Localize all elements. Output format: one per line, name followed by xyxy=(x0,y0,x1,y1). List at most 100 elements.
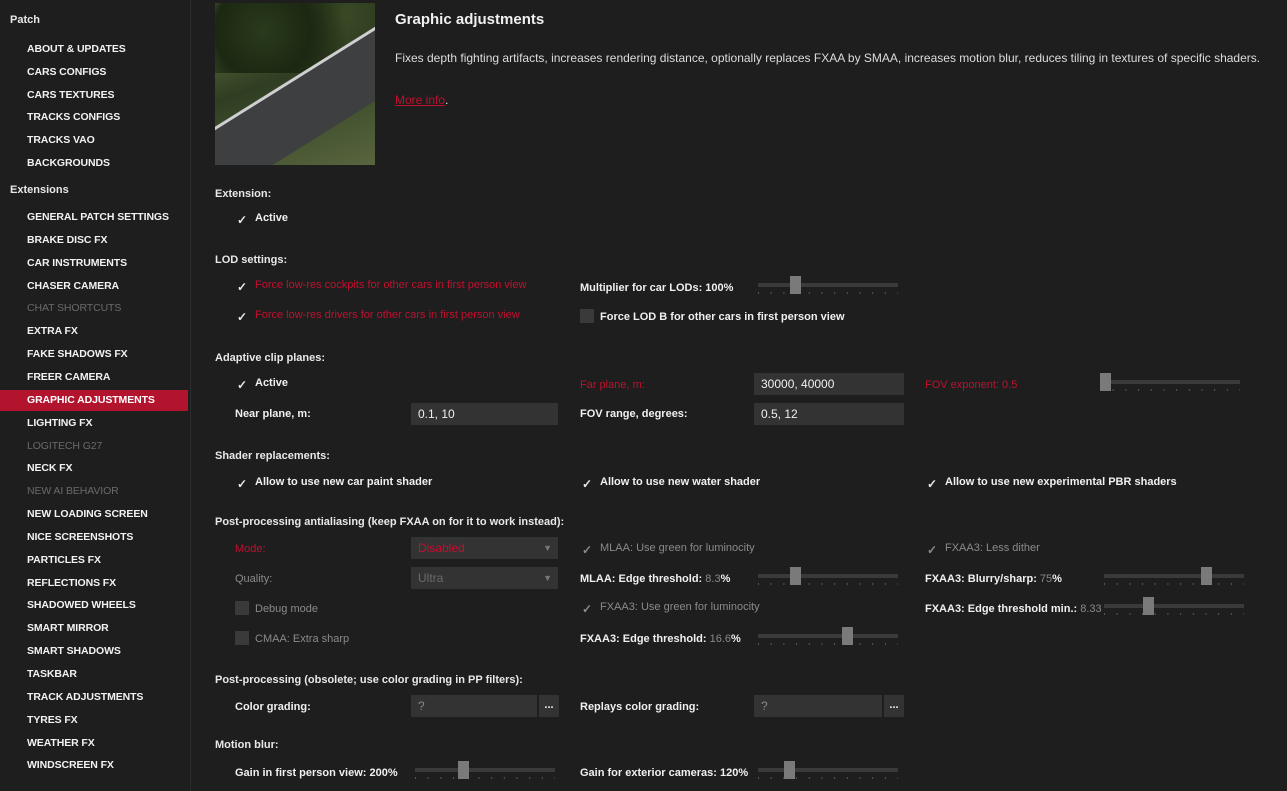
replays-grading-input[interactable]: ? xyxy=(754,695,882,717)
sidebar-item-nice-screenshots[interactable]: NICE SCREENSHOTS xyxy=(0,527,188,548)
check-icon: ✓ xyxy=(236,280,248,294)
check-icon: ✓ xyxy=(926,477,938,491)
sidebar-item-neck-fx[interactable]: NECK FX xyxy=(0,458,188,479)
sidebar-item-lighting-fx[interactable]: LIGHTING FX xyxy=(0,413,188,434)
sidebar-item-car-instruments[interactable]: CAR INSTRUMENTS xyxy=(0,253,188,274)
fxaa-dither-checkbox[interactable]: ✓ FXAA3: Less dither xyxy=(925,542,1040,557)
aa-mode-dropdown[interactable]: Disabled ▼ xyxy=(411,537,558,559)
color-grading-browse-button[interactable]: ... xyxy=(539,695,559,717)
check-icon: ✓ xyxy=(236,310,248,324)
fxaa-edge-min-slider[interactable] xyxy=(1104,597,1244,619)
exterior-gain-label: Gain for exterior cameras: 120% xyxy=(580,767,749,779)
preview-image xyxy=(215,3,375,165)
sidebar-item-tracks-configs[interactable]: TRACKS CONFIGS xyxy=(0,107,188,128)
force-lod-b-checkbox[interactable]: Force LOD B for other cars in first pers… xyxy=(580,309,845,323)
sidebar-item-extra-fx[interactable]: EXTRA FX xyxy=(0,321,188,342)
fxaa-green-checkbox[interactable]: ✓ FXAA3: Use green for luminocity xyxy=(580,601,760,616)
slider-thumb[interactable] xyxy=(458,761,469,779)
check-icon: ✓ xyxy=(236,378,248,392)
main-panel: Graphic adjustments Fixes depth fighting… xyxy=(191,0,1287,791)
fxaa-blurry-label: FXAA3: Blurry/sharp: 75% xyxy=(925,573,1062,585)
sidebar-item-general-patch-settings[interactable]: GENERAL PATCH SETTINGS xyxy=(0,207,188,228)
sidebar-item-reflections-fx[interactable]: REFLECTIONS FX xyxy=(0,573,188,594)
sidebar-item-logitech-g27[interactable]: LOGITECH G27 xyxy=(0,436,188,457)
sidebar-header-patch: Patch xyxy=(10,14,40,26)
sidebar-item-about-updates[interactable]: ABOUT & UPDATES xyxy=(0,39,188,60)
low-res-drivers-checkbox[interactable]: ✓ Force low-res drivers for other cars in… xyxy=(235,309,520,324)
fov-range-label: FOV range, degrees: xyxy=(580,408,688,420)
color-grading-input[interactable]: ? xyxy=(411,695,537,717)
check-icon: ✓ xyxy=(581,477,593,491)
sidebar-item-weather-fx[interactable]: WEATHER FX xyxy=(0,733,188,754)
mlaa-green-checkbox[interactable]: ✓ MLAA: Use green for luminocity xyxy=(580,542,755,557)
sidebar-item-fake-shadows-fx[interactable]: FAKE SHADOWS FX xyxy=(0,344,188,365)
pbr-shader-checkbox[interactable]: ✓ Allow to use new experimental PBR shade… xyxy=(925,476,1177,491)
sidebar-item-chaser-camera[interactable]: CHASER CAMERA xyxy=(0,276,188,297)
page-title: Graphic adjustments xyxy=(395,11,545,28)
first-person-gain-slider[interactable] xyxy=(415,761,555,783)
sidebar-item-taskbar[interactable]: TASKBAR xyxy=(0,664,188,685)
sidebar-item-backgrounds[interactable]: BACKGROUNDS xyxy=(0,153,188,174)
clip-section-title: Adaptive clip planes: xyxy=(215,352,326,364)
extension-active-checkbox[interactable]: ✓ Active xyxy=(235,212,288,227)
slider-thumb[interactable] xyxy=(1100,373,1111,391)
far-plane-label: Far plane, m: xyxy=(580,379,645,391)
slider-thumb[interactable] xyxy=(1143,597,1154,615)
near-plane-input[interactable]: 0.1, 10 xyxy=(411,403,558,425)
sidebar-item-new-ai-behavior[interactable]: NEW AI BEHAVIOR xyxy=(0,481,188,502)
fxaa-edge-slider[interactable] xyxy=(758,627,898,649)
mlaa-edge-label: MLAA: Edge threshold: 8.3% xyxy=(580,573,731,585)
fov-exponent-slider[interactable] xyxy=(1100,373,1240,395)
check-icon: ✓ xyxy=(581,602,593,616)
sidebar-item-windscreen-fx[interactable]: WINDSCREEN FX xyxy=(0,755,188,776)
lod-section-title: LOD settings: xyxy=(215,254,288,266)
aa-quality-dropdown[interactable]: Ultra ▼ xyxy=(411,567,558,589)
pp-section-title: Post-processing (obsolete; use color gra… xyxy=(215,674,523,686)
slider-thumb[interactable] xyxy=(784,761,795,779)
clip-active-checkbox[interactable]: ✓ Active xyxy=(235,377,288,392)
mlaa-edge-slider[interactable] xyxy=(758,567,898,589)
sidebar-item-graphic-adjustments[interactable]: GRAPHIC ADJUSTMENTS xyxy=(0,389,188,411)
sidebar-item-brake-disc-fx[interactable]: BRAKE DISC FX xyxy=(0,230,188,251)
replays-grading-browse-button[interactable]: ... xyxy=(884,695,904,717)
extension-section-title: Extension: xyxy=(215,188,272,200)
lod-multiplier-slider[interactable] xyxy=(758,276,898,298)
chevron-down-icon: ▼ xyxy=(543,573,552,583)
check-icon: ✓ xyxy=(236,477,248,491)
sidebar-item-new-loading-screen[interactable]: NEW LOADING SCREEN xyxy=(0,504,188,525)
sidebar-item-smart-mirror[interactable]: SMART MIRROR xyxy=(0,618,188,639)
exterior-gain-slider[interactable] xyxy=(758,761,898,783)
slider-thumb[interactable] xyxy=(1201,567,1212,585)
fxaa-blurry-slider[interactable] xyxy=(1104,567,1244,589)
more-info-link[interactable]: More info. xyxy=(395,93,448,107)
aa-mode-label: Mode: xyxy=(235,543,266,555)
first-person-gain-label: Gain in first person view: 200% xyxy=(235,767,398,779)
page-description: Fixes depth fighting artifacts, increase… xyxy=(395,51,1261,65)
sidebar-item-chat-shortcuts[interactable]: CHAT SHORTCUTS xyxy=(0,298,188,319)
sidebar-item-track-adjustments[interactable]: TRACK ADJUSTMENTS xyxy=(0,687,188,708)
sidebar-item-cars-textures[interactable]: CARS TEXTURES xyxy=(0,85,188,106)
sidebar-item-particles-fx[interactable]: PARTICLES FX xyxy=(0,550,188,571)
sidebar-item-tyres-fx[interactable]: TYRES FX xyxy=(0,710,188,731)
low-res-cockpits-checkbox[interactable]: ✓ Force low-res cockpits for other cars i… xyxy=(235,279,526,294)
sidebar-item-smart-shadows[interactable]: SMART SHADOWS xyxy=(0,641,188,662)
debug-mode-checkbox[interactable]: Debug mode xyxy=(235,601,318,615)
fxaa-edge-label: FXAA3: Edge threshold: 16.6% xyxy=(580,633,741,645)
chevron-down-icon: ▼ xyxy=(543,543,552,553)
sidebar-item-cars-configs[interactable]: CARS CONFIGS xyxy=(0,62,188,83)
fov-range-input[interactable]: 0.5, 12 xyxy=(754,403,904,425)
slider-thumb[interactable] xyxy=(790,567,801,585)
sidebar: Patch ABOUT & UPDATES CARS CONFIGS CARS TE… xyxy=(0,0,191,791)
car-paint-shader-checkbox[interactable]: ✓ Allow to use new car paint shader xyxy=(235,476,432,491)
slider-thumb[interactable] xyxy=(842,627,853,645)
sidebar-header-extensions: Extensions xyxy=(10,184,69,196)
far-plane-input[interactable]: 30000, 40000 xyxy=(754,373,904,395)
sidebar-item-freer-camera[interactable]: FREER CAMERA xyxy=(0,367,188,388)
water-shader-checkbox[interactable]: ✓ Allow to use new water shader xyxy=(580,476,760,491)
color-grading-label: Color grading: xyxy=(235,701,311,713)
lod-multiplier-label: Multiplier for car LODs: 100% xyxy=(580,282,734,294)
cmaa-sharp-checkbox[interactable]: CMAA: Extra sharp xyxy=(235,631,349,645)
sidebar-item-shadowed-wheels[interactable]: SHADOWED WHEELS xyxy=(0,595,188,616)
slider-thumb[interactable] xyxy=(790,276,801,294)
sidebar-item-tracks-vao[interactable]: TRACKS VAO xyxy=(0,130,188,151)
